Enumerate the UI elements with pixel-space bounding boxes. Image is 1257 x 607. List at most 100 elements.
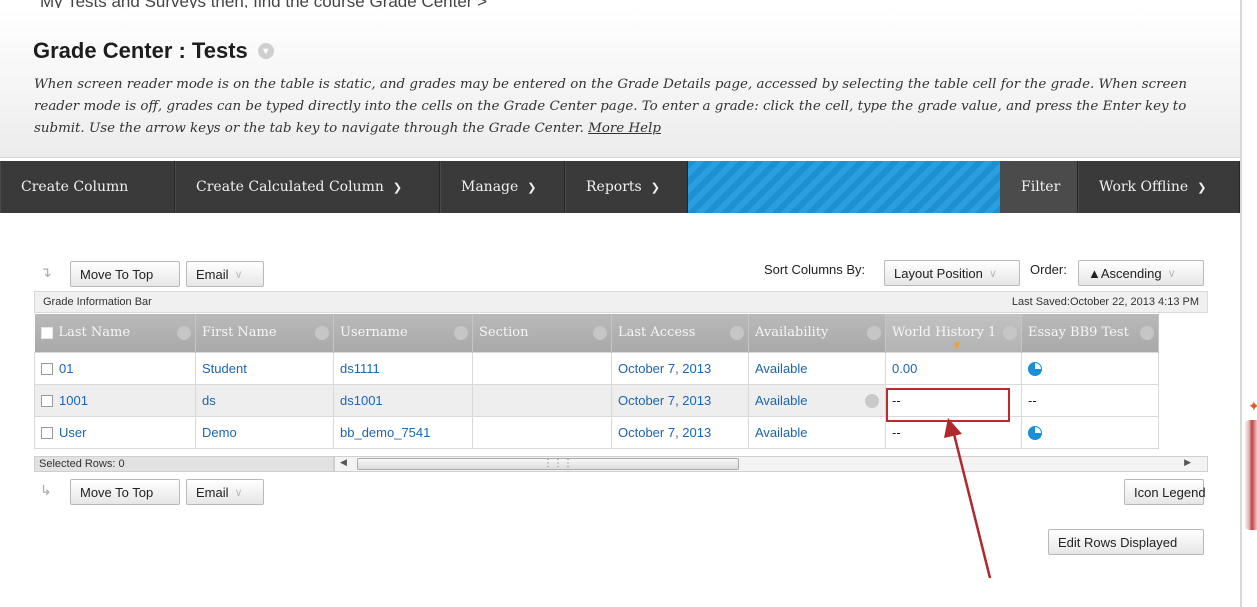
column-menu-icon[interactable] [315, 326, 329, 340]
chevron-down-icon: ❯ [650, 180, 660, 194]
cell-section [472, 383, 612, 417]
cell-last-access[interactable]: October 7, 2013 [611, 351, 749, 385]
header-essay-bb9-test[interactable]: Essay BB9 Test [1021, 314, 1159, 352]
cell-world-history-1[interactable]: 0.00 [885, 351, 1022, 385]
grip-icon: ⋮⋮⋮ [543, 458, 573, 469]
cell-essay-bb9-test[interactable]: -- [1021, 383, 1159, 417]
edit-rows-label: Edit Rows Displayed [1058, 534, 1178, 550]
action-bar-stripe [688, 161, 1000, 213]
create-column-label: Create Column [21, 179, 129, 195]
header-world-history-1[interactable]: World History 1 ▼ [885, 314, 1022, 352]
manage-label: Manage [461, 179, 519, 195]
cell-text: 01 [59, 360, 74, 376]
page-description: When screen reader mode is on the table … [34, 74, 1214, 140]
manage-menu[interactable]: Manage ❯ [440, 161, 565, 213]
cell-last-access[interactable]: October 7, 2013 [611, 415, 749, 449]
row-checkbox[interactable] [41, 395, 53, 408]
filter-button[interactable]: Filter [1000, 161, 1078, 213]
cell-last-name[interactable]: 01 [34, 351, 196, 385]
header-last-name[interactable]: Last Name [34, 314, 196, 352]
horizontal-scrollbar[interactable]: ◀ ⋮⋮⋮ ▶ [334, 456, 1208, 472]
right-edge-rule [1240, 0, 1242, 607]
cell-username[interactable]: ds1001 [333, 383, 473, 417]
cell-menu-icon[interactable] [865, 393, 879, 408]
cell-last-name[interactable]: 1001 [34, 383, 196, 417]
cell-essay-bb9-test[interactable] [1021, 415, 1159, 449]
cell-availability[interactable]: Available [748, 351, 886, 385]
column-menu-icon[interactable] [1140, 326, 1154, 340]
cell-first-name[interactable]: Student [195, 351, 334, 385]
move-to-top-label: Move To Top [80, 484, 154, 500]
more-help-link[interactable]: More Help [588, 121, 661, 136]
grade-information-bar: Grade Information Bar Last Saved:October… [34, 291, 1208, 313]
work-offline-menu[interactable]: Work Offline ❯ [1078, 161, 1240, 213]
header-label: Section [479, 325, 529, 341]
edit-rows-displayed-button[interactable]: Edit Rows Displayed [1048, 529, 1204, 555]
move-to-top-button-bottom[interactable]: Move To Top [70, 479, 180, 505]
cell-last-access[interactable]: October 7, 2013 [611, 383, 749, 417]
email-label: Email [196, 484, 229, 500]
header-availability[interactable]: Availability [748, 314, 886, 352]
chevron-down-icon: ∨ [234, 486, 243, 499]
page-title: Grade Center : Tests ▾ [33, 38, 274, 64]
cell-section [472, 415, 612, 449]
grade-info-label: Grade Information Bar [43, 296, 152, 308]
cell-text: 1001 [59, 392, 88, 408]
column-menu-icon[interactable] [867, 326, 881, 340]
cell-username[interactable]: ds1111 [333, 351, 473, 385]
email-button[interactable]: Email ∨ [186, 261, 264, 287]
create-calculated-label: Create Calculated Column [196, 179, 384, 195]
header-first-name[interactable]: First Name [195, 314, 334, 352]
title-options-icon[interactable]: ▾ [257, 43, 274, 59]
cell-availability[interactable]: Available [748, 415, 886, 449]
column-menu-icon[interactable] [1003, 326, 1017, 340]
needs-grading-icon[interactable] [1028, 425, 1042, 440]
scrollbar-thumb[interactable]: ⋮⋮⋮ [357, 458, 739, 470]
column-menu-icon[interactable] [177, 326, 191, 340]
grade-table: Last Name First Name Username Section La… [34, 314, 1159, 449]
header-label: World History 1 [892, 325, 997, 341]
header-label: Username [340, 325, 408, 341]
table-row: 01 Student ds1111 October 7, 2013 Availa… [34, 351, 1159, 385]
sort-columns-select[interactable]: Layout Position ∨ [884, 260, 1020, 286]
action-bar: Create Column Create Calculated Column ❯… [0, 161, 1240, 213]
column-menu-icon[interactable] [454, 326, 468, 340]
order-label: Order: [1030, 262, 1067, 277]
icon-legend-button[interactable]: Icon Legend [1124, 479, 1206, 505]
move-to-top-button[interactable]: Move To Top [70, 261, 180, 287]
cell-availability[interactable]: Available [748, 383, 886, 417]
create-column-button[interactable]: Create Column [0, 161, 175, 213]
needs-grading-icon[interactable] [1028, 361, 1042, 376]
select-all-checkbox[interactable] [40, 326, 53, 339]
selection-arrow-icon: ↴ [40, 264, 52, 280]
header-last-access[interactable]: Last Access [611, 314, 749, 352]
create-calculated-column-menu[interactable]: Create Calculated Column ❯ [175, 161, 440, 213]
email-button-bottom[interactable]: Email ∨ [186, 479, 264, 505]
header-section[interactable]: Section [472, 314, 612, 352]
order-select[interactable]: ▲Ascending ∨ [1078, 260, 1204, 286]
row-checkbox[interactable] [41, 427, 53, 440]
move-to-top-label: Move To Top [80, 266, 154, 282]
cell-username[interactable]: bb_demo_7541 [333, 415, 473, 449]
order-value: ▲Ascending [1088, 265, 1162, 281]
cell-first-name[interactable]: ds [195, 383, 334, 417]
cell-text: Available [755, 392, 808, 408]
selection-arrow-icon: ↳ [40, 482, 52, 498]
cell-last-name[interactable]: User [34, 415, 196, 449]
scroll-left-icon[interactable]: ◀ [340, 457, 347, 468]
column-menu-icon[interactable] [730, 326, 744, 340]
edge-decoration [1244, 420, 1257, 530]
column-menu-icon[interactable] [593, 326, 607, 340]
cell-essay-bb9-test[interactable] [1021, 351, 1159, 385]
icon-legend-label: Icon Legend [1134, 484, 1206, 500]
reports-menu[interactable]: Reports ❯ [565, 161, 688, 213]
header-username[interactable]: Username [333, 314, 473, 352]
cell-first-name[interactable]: Demo [195, 415, 334, 449]
sort-columns-value: Layout Position [894, 265, 983, 281]
scroll-right-icon[interactable]: ▶ [1184, 457, 1191, 468]
sort-columns-label: Sort Columns By: [764, 262, 866, 277]
header-label: First Name [202, 325, 277, 341]
row-checkbox[interactable] [41, 363, 53, 376]
header-label: Last Name [58, 325, 131, 341]
header-label: Availability [755, 325, 829, 341]
